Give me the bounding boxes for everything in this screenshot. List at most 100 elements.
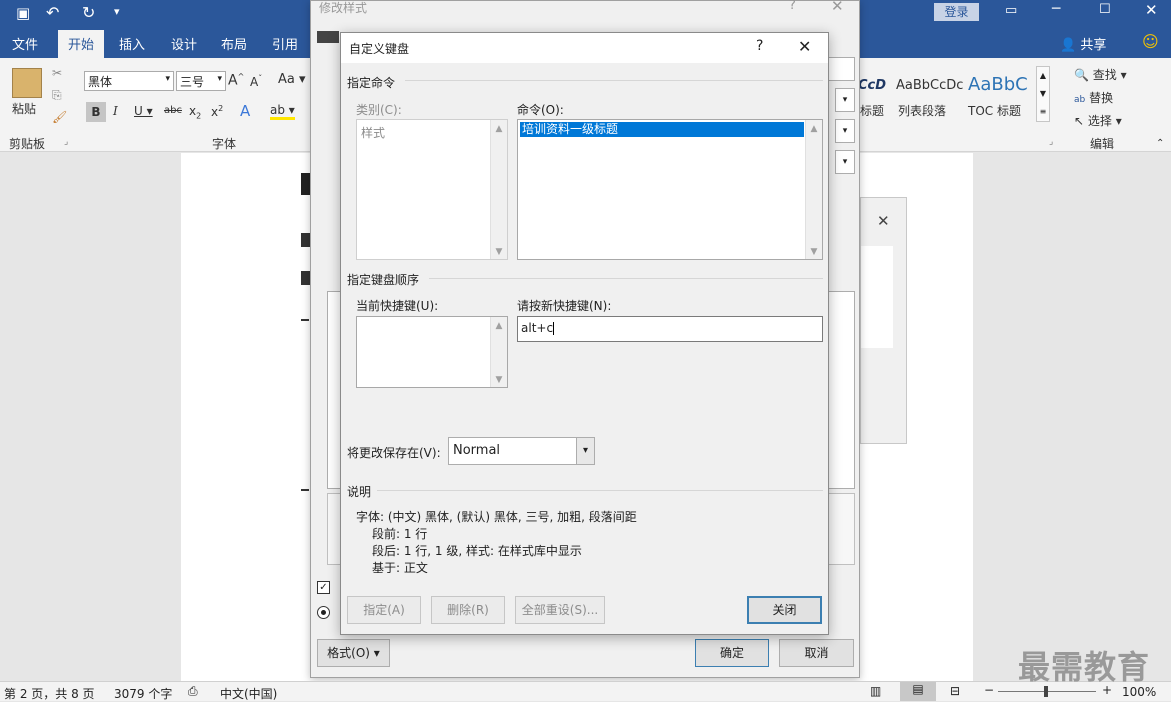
key-sequence-header: 指定键盘顺序 [347, 273, 420, 287]
command-item-selected[interactable]: 培训资料一级标题 [520, 122, 804, 137]
category-label: 类别(C): [356, 103, 402, 117]
only-this-doc-radio[interactable] [317, 606, 330, 619]
highlight-icon[interactable]: ab ▾ [270, 103, 295, 120]
language[interactable]: 中文(中国) [220, 685, 277, 702]
style-type-dropdown-fragment[interactable]: ▾ [835, 88, 855, 112]
close-button[interactable]: 关闭 [747, 596, 822, 624]
name-field-fragment[interactable] [825, 57, 855, 81]
maximize-icon[interactable]: ☐ [1099, 2, 1111, 17]
collapse-ribbon-icon[interactable]: ⌃ [1156, 138, 1164, 149]
shrink-font-icon[interactable]: Aˇ [250, 74, 262, 89]
remove-button[interactable]: 删除(R) [431, 596, 505, 624]
cancel-button[interactable]: 取消 [779, 639, 854, 667]
select-icon: ↖ [1074, 114, 1085, 128]
style-gallery-item-1[interactable]: CcD [858, 78, 886, 93]
underline-icon[interactable]: U ▾ [134, 104, 153, 118]
subscript-icon[interactable]: x2 [189, 104, 201, 120]
proofing-icon[interactable]: ⎙ [188, 684, 198, 699]
close-icon[interactable]: ✕ [798, 37, 811, 56]
cut-icon[interactable]: ✂ [52, 66, 62, 80]
web-layout-icon[interactable]: ⊟ [950, 684, 960, 698]
select-label: 选择 [1087, 114, 1112, 128]
reset-all-button[interactable]: 全部重设(S)... [515, 596, 605, 624]
change-case-icon[interactable]: Aa ▾ [278, 72, 306, 87]
strikethrough-icon[interactable]: abc [164, 105, 182, 116]
panel-preview [861, 246, 893, 348]
superscript-icon[interactable]: x2 [211, 104, 223, 119]
format-button-label: 格式(O) [327, 646, 370, 660]
style-gallery-scroll[interactable]: ▲ ▼ ≡ [1036, 66, 1050, 122]
command-listbox[interactable]: 培训资料一级标题 ▲ ▼ [517, 119, 823, 260]
divider-1 [405, 80, 823, 81]
doc-text-fragment-3 [301, 319, 309, 321]
share-label: 共享 [1080, 38, 1107, 53]
paste-label[interactable]: 粘贴 [12, 100, 36, 117]
save-in-dropdown[interactable]: Normal ▾ [448, 437, 595, 465]
share-button[interactable]: 👤 共享 [1060, 34, 1106, 53]
save-in-dropdown-arrow-icon[interactable]: ▾ [576, 438, 594, 464]
style-gallery-item-3[interactable]: AaBbC [968, 74, 1028, 95]
page-count[interactable]: 第 2 页，共 8 页 [4, 685, 95, 702]
smiley-icon[interactable]: ☺ [1142, 32, 1159, 51]
current-keys-listbox[interactable]: ▲ ▼ [356, 316, 508, 388]
divider-3 [377, 490, 823, 491]
font-name-value: 黑体 [88, 75, 113, 89]
bold-icon[interactable]: B [86, 102, 106, 122]
category-listbox[interactable]: 样式 ▲ ▼ [356, 119, 508, 260]
format-painter-icon[interactable]: 🖌 [52, 110, 67, 124]
minimize-icon[interactable]: ─ [1052, 1, 1060, 17]
modify-style-close-icon[interactable]: ✕ [831, 0, 844, 15]
font-name-box[interactable]: 黑体 ▾ [84, 71, 174, 91]
read-mode-icon[interactable]: ▥ [870, 684, 881, 698]
styles-launcher-icon[interactable]: ⌟ [1049, 137, 1053, 147]
edit-group-label: 编辑 [1090, 137, 1115, 151]
category-scrollbar[interactable]: ▲ ▼ [490, 120, 507, 259]
style-gallery-item-2[interactable]: AaBbCcDc [896, 78, 963, 93]
help-icon[interactable]: ? [756, 38, 763, 54]
modify-style-help-icon[interactable]: ? [789, 0, 796, 13]
tab-insert[interactable]: 插入 [119, 34, 145, 53]
close-window-icon[interactable]: ✕ [1145, 1, 1158, 19]
command-scrollbar[interactable]: ▲ ▼ [805, 120, 822, 259]
text-effects-icon[interactable]: A [240, 102, 250, 120]
customize-qat-icon[interactable]: ▾ [114, 5, 120, 18]
ribbon-options-icon[interactable]: ▭ [1005, 3, 1017, 18]
select-button[interactable]: ↖ 选择 ▾ [1074, 112, 1122, 129]
current-keys-scrollbar[interactable]: ▲ ▼ [490, 317, 507, 387]
clipboard-group-label: 剪贴板 [9, 137, 46, 151]
tab-references[interactable]: 引用 [272, 34, 298, 53]
redo-icon[interactable]: ↻ [82, 3, 95, 22]
following-style-dropdown-fragment[interactable]: ▾ [835, 150, 855, 174]
tab-layout[interactable]: 布局 [221, 34, 247, 53]
save-in-label: 将更改保存在(V): [347, 446, 441, 460]
word-count[interactable]: 3079 个字 [114, 685, 172, 702]
copy-icon[interactable]: ⎘ [52, 88, 62, 103]
assign-button[interactable]: 指定(A) [347, 596, 421, 624]
replace-button[interactable]: ab 替换 [1074, 89, 1113, 106]
new-key-input[interactable]: alt+c [517, 316, 823, 342]
ok-button[interactable]: 确定 [695, 639, 769, 667]
replace-label: 替换 [1089, 91, 1114, 105]
based-on-dropdown-fragment[interactable]: ▾ [835, 119, 855, 143]
paste-icon[interactable] [12, 68, 42, 98]
zoom-out-icon[interactable]: − [984, 683, 994, 697]
undo-icon[interactable]: ↶ [46, 3, 59, 22]
print-layout-icon[interactable]: ▤ [900, 682, 936, 701]
grow-font-icon[interactable]: A^ [228, 72, 244, 89]
format-button[interactable]: 格式(O) ▾ [317, 639, 390, 667]
italic-icon[interactable]: I [113, 104, 118, 118]
tab-design[interactable]: 设计 [171, 34, 197, 53]
clipboard-launcher-icon[interactable]: ⌟ [64, 137, 68, 147]
panel-close-icon[interactable]: ✕ [877, 212, 890, 230]
watermark-logo: 最需教育 [1018, 648, 1151, 686]
save-icon[interactable]: ▣ [16, 4, 30, 22]
tab-home[interactable]: 开始 [58, 30, 105, 58]
style-name-2: 列表段落 [898, 104, 947, 118]
description-line-4: 基于: 正文 [372, 561, 428, 575]
font-size-box[interactable]: 三号 ▾ [176, 71, 226, 91]
add-to-gallery-checkbox[interactable]: ✓ [317, 581, 330, 594]
find-button[interactable]: 🔍 查找 ▾ [1074, 66, 1127, 83]
tab-file[interactable]: 文件 [12, 34, 38, 53]
category-item[interactable]: 样式 [361, 124, 385, 141]
login-button[interactable]: 登录 [934, 3, 979, 21]
